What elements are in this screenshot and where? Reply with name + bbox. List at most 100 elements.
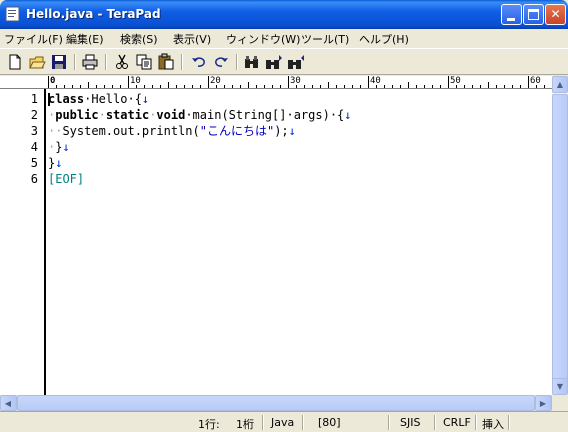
print-icon[interactable] bbox=[81, 53, 99, 71]
horizontal-scroll-thumb[interactable] bbox=[17, 395, 535, 411]
status-separator bbox=[302, 415, 304, 430]
undo-icon[interactable] bbox=[190, 53, 208, 71]
ruler-tick bbox=[480, 85, 481, 88]
line-number: 1 bbox=[30, 92, 38, 106]
ruler-tick bbox=[392, 85, 393, 88]
ruler-tick bbox=[472, 85, 473, 88]
line-number: 6 bbox=[30, 172, 38, 186]
redo-icon[interactable] bbox=[212, 53, 230, 71]
find-prev-icon[interactable] bbox=[287, 53, 305, 71]
ruler-tick bbox=[104, 85, 105, 88]
ruler-tick bbox=[240, 85, 241, 88]
ruler-tick bbox=[184, 85, 185, 88]
code-line: ··System.out.println("こんにちは");↓ bbox=[48, 123, 296, 139]
scroll-up-button[interactable]: ▲ bbox=[552, 76, 568, 93]
ruler-tick bbox=[352, 85, 353, 88]
newline-mark: ↓ bbox=[141, 92, 150, 106]
ruler-label: 10 bbox=[130, 76, 141, 86]
ruler-tick bbox=[448, 76, 449, 88]
ruler-tick bbox=[280, 85, 281, 88]
ruler-tick bbox=[328, 82, 329, 88]
toolbar-separator bbox=[236, 54, 238, 70]
maximize-button[interactable] bbox=[523, 4, 544, 25]
status-num: [80] bbox=[318, 416, 341, 429]
ruler-tick bbox=[272, 85, 273, 88]
scroll-up-icon: ▲ bbox=[556, 80, 564, 89]
find-icon[interactable] bbox=[243, 53, 261, 71]
scroll-right-icon: ▶ bbox=[539, 399, 547, 408]
status-insert-mode: 挿入 bbox=[482, 418, 504, 431]
ruler-tick bbox=[400, 85, 401, 88]
menu-help[interactable]: ヘルプ(H) bbox=[359, 31, 409, 47]
ruler-tick bbox=[528, 76, 529, 88]
toolbar-separator bbox=[181, 54, 183, 70]
ruler-tick bbox=[168, 82, 169, 88]
close-button[interactable]: ✕ bbox=[545, 4, 566, 25]
menu-tools[interactable]: ツール(T) bbox=[301, 31, 349, 47]
menu-search[interactable]: 検索(S) bbox=[120, 31, 158, 47]
ruler-tick bbox=[360, 85, 361, 88]
scroll-down-button[interactable]: ▼ bbox=[552, 378, 568, 395]
ruler-tick bbox=[416, 85, 417, 88]
vertical-scroll-thumb[interactable] bbox=[552, 94, 568, 394]
scroll-right-button[interactable]: ▶ bbox=[535, 395, 552, 411]
ruler-tick bbox=[72, 85, 73, 88]
minimize-button[interactable] bbox=[501, 4, 522, 25]
space-mark: · bbox=[98, 108, 106, 122]
ruler-tick bbox=[304, 85, 305, 88]
cut-icon[interactable] bbox=[113, 53, 131, 71]
keyword: public bbox=[55, 108, 99, 122]
code-line: class·Hello·{↓ bbox=[48, 91, 149, 107]
find-next-icon[interactable] bbox=[265, 53, 283, 71]
line-number: 3 bbox=[30, 124, 38, 138]
horizontal-scrollbar[interactable]: ◀ ▶ bbox=[0, 395, 552, 411]
ruler-tick bbox=[88, 82, 89, 88]
open-folder-icon[interactable] bbox=[28, 53, 46, 71]
menu-view[interactable]: 表示(V) bbox=[173, 31, 211, 47]
line-number: 4 bbox=[30, 140, 38, 154]
text-editor[interactable]: class·Hello·{↓ ·public·static·void·main(… bbox=[46, 89, 552, 395]
ruler-label: 40 bbox=[370, 76, 381, 86]
menu-file[interactable]: ファイル(F) bbox=[4, 31, 63, 47]
ruler-tick bbox=[520, 85, 521, 88]
window-title: Hello.java - TeraPad bbox=[26, 7, 161, 21]
line-number: 5 bbox=[30, 156, 38, 170]
ruler-tick bbox=[344, 85, 345, 88]
ruler-tick bbox=[544, 85, 545, 88]
ruler-tick bbox=[504, 85, 505, 88]
ruler-corner bbox=[0, 76, 46, 89]
ruler-tick bbox=[408, 82, 409, 88]
ruler-tick bbox=[512, 85, 513, 88]
ruler-tick bbox=[440, 85, 441, 88]
save-icon[interactable] bbox=[50, 53, 68, 71]
ruler-tick bbox=[56, 85, 57, 88]
menu-window[interactable]: ウィンドウ(W) bbox=[226, 31, 300, 47]
status-encoding: SJIS bbox=[400, 416, 421, 429]
ruler-tick bbox=[232, 85, 233, 88]
scroll-left-button[interactable]: ◀ bbox=[0, 395, 17, 411]
vertical-scrollbar[interactable]: ▲ ▼ bbox=[552, 76, 568, 395]
ruler-tick bbox=[336, 85, 337, 88]
paste-icon[interactable] bbox=[157, 53, 175, 71]
status-bar: 1行: 1桁 Java [80] SJIS CRLF 挿入 bbox=[0, 411, 568, 432]
ruler-label: 60 bbox=[530, 76, 541, 86]
close-icon: ✕ bbox=[550, 7, 561, 21]
newline-mark: ↓ bbox=[288, 124, 296, 138]
ruler-tick bbox=[248, 82, 249, 88]
ruler-tick bbox=[192, 85, 193, 88]
menu-bar: ファイル(F) 編集(E) 検索(S) 表示(V) ウィンドウ(W) ツール(T… bbox=[0, 29, 568, 47]
status-newline: CRLF bbox=[443, 416, 471, 429]
new-file-icon[interactable] bbox=[6, 53, 24, 71]
toolbar-separator bbox=[105, 54, 107, 70]
ruler-label: 30 bbox=[290, 76, 301, 86]
ruler-label: 50 bbox=[450, 76, 461, 86]
menu-edit[interactable]: 編集(E) bbox=[66, 31, 104, 47]
code-line: ·public·static·void·main(String[]·args)·… bbox=[48, 107, 352, 123]
toolbar bbox=[0, 48, 568, 75]
status-separator bbox=[262, 415, 264, 430]
ruler-tick bbox=[224, 85, 225, 88]
code-line: [EOF] bbox=[48, 171, 84, 187]
copy-icon[interactable] bbox=[135, 53, 153, 71]
keyword: void bbox=[156, 108, 186, 122]
app-icon[interactable] bbox=[5, 6, 21, 22]
